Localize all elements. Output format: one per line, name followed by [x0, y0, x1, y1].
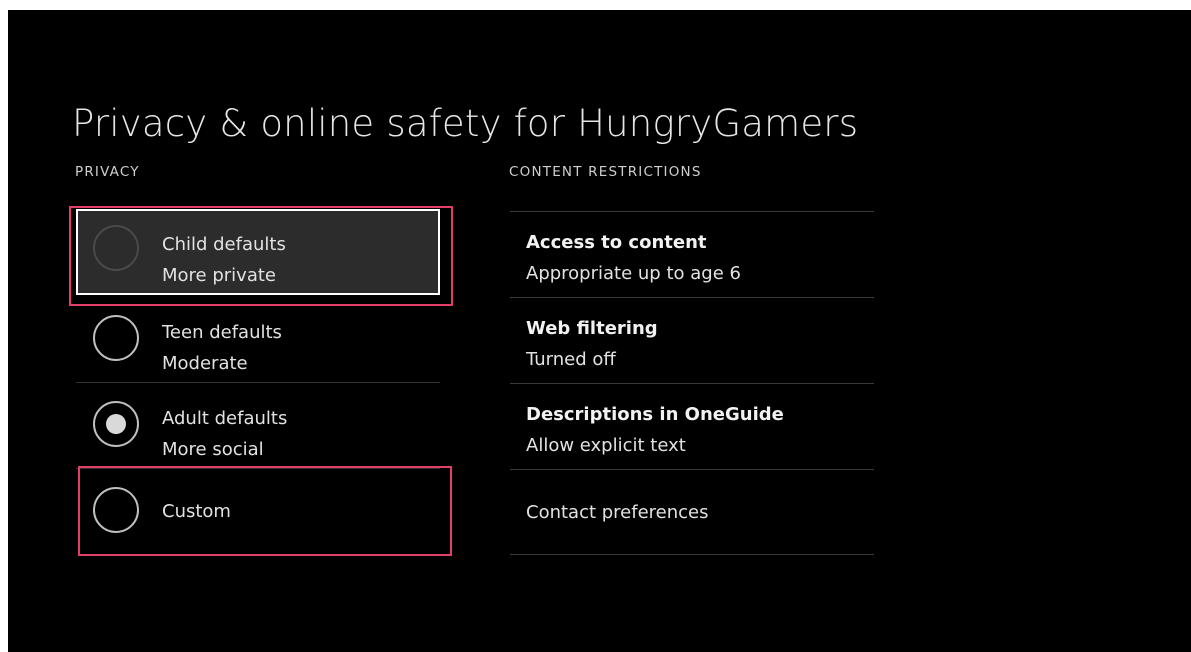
privacy-option-adult-defaults[interactable]: Adult defaults More social [76, 383, 440, 469]
page-title: Privacy & online safety for HungryGamers [72, 102, 859, 145]
option-sublabel: More social [162, 439, 264, 460]
setting-value: Appropriate up to age 6 [526, 263, 741, 284]
content-restrictions-section-header: CONTENT RESTRICTIONS [509, 164, 702, 180]
annotation-highlight [78, 466, 452, 556]
web-filtering-setting[interactable]: Web filtering Turned off [510, 297, 874, 383]
privacy-option-teen-defaults[interactable]: Teen defaults Moderate [76, 297, 440, 383]
radio-dot-icon [106, 413, 126, 434]
setting-title: Descriptions in OneGuide [526, 404, 784, 425]
privacy-section-header: PRIVACY [75, 164, 140, 180]
radio-selected-icon [93, 400, 139, 447]
option-label: Adult defaults [162, 408, 288, 429]
oneguide-descriptions-setting[interactable]: Descriptions in OneGuide Allow explicit … [510, 383, 874, 469]
setting-title: Access to content [526, 232, 707, 253]
setting-label: Contact preferences [526, 502, 709, 523]
setting-title: Web filtering [526, 318, 658, 339]
radio-unselected-icon [93, 314, 139, 361]
option-sublabel: Moderate [162, 353, 248, 374]
annotation-highlight [69, 206, 453, 306]
contact-preferences-setting[interactable]: Contact preferences [510, 469, 874, 555]
settings-screen: Privacy & online safety for HungryGamers… [8, 10, 1191, 652]
option-label: Teen defaults [162, 322, 282, 343]
setting-value: Turned off [526, 349, 616, 370]
setting-value: Allow explicit text [526, 435, 686, 456]
content-access-setting[interactable]: Access to content Appropriate up to age … [510, 211, 874, 297]
